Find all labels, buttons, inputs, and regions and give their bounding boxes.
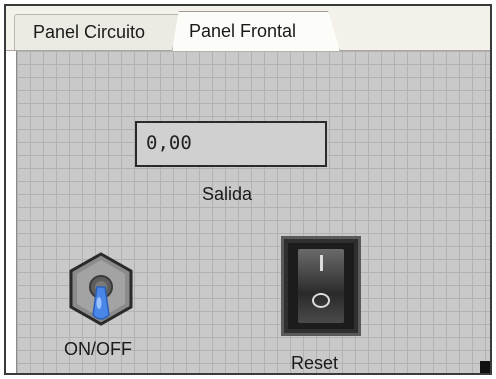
rocker-off-mark bbox=[312, 293, 330, 308]
rocker-switch-icon[interactable] bbox=[281, 236, 361, 336]
toggle-switch-icon[interactable] bbox=[67, 251, 135, 331]
rocker-on-mark bbox=[320, 255, 323, 271]
tab-panel-circuito[interactable]: Panel Circuito bbox=[14, 14, 190, 50]
output-indicator-label: Salida bbox=[202, 184, 253, 204]
front-panel-window: Panel Circuito Panel Frontal 0,00 Salida… bbox=[4, 4, 492, 375]
resize-handle[interactable] bbox=[480, 361, 490, 373]
tab-bar: Panel Circuito Panel Frontal bbox=[6, 6, 490, 51]
front-panel-canvas: 0,00 Salida ON/OFF Reset bbox=[16, 51, 490, 373]
output-indicator: 0,00 bbox=[135, 121, 327, 167]
rocker-face[interactable] bbox=[298, 249, 344, 323]
toggle-switch-label: ON/OFF bbox=[64, 339, 132, 359]
rocker-switch-label: Reset bbox=[291, 353, 339, 373]
tab-panel-frontal[interactable]: Panel Frontal bbox=[172, 11, 340, 51]
